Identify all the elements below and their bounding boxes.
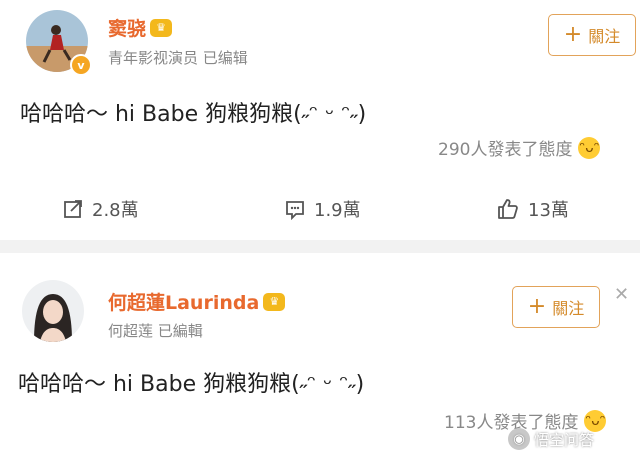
comment-icon	[286, 201, 304, 220]
share-button[interactable]: 2.8萬	[62, 196, 139, 222]
close-icon[interactable]: ✕	[614, 284, 629, 305]
like-button[interactable]: 13萬	[496, 196, 569, 222]
plus-icon: +	[527, 294, 547, 319]
vip-crown-icon: ♛	[263, 292, 286, 311]
follow-button[interactable]: + 關注	[548, 14, 636, 56]
author-subtitle: 青年影视演员 已编辑	[108, 49, 248, 67]
watermark: ◉ 悟空问答	[508, 428, 594, 450]
post-text: 哈哈哈～ hi Babe 狗粮狗粮(˶ᵔ ᵕ ᵔ˶)	[20, 102, 367, 127]
reactions-summary[interactable]: 290人發表了態度 ᵔᴗᵔ	[438, 135, 601, 160]
post-card-1: v 窦骁 ♛ 青年影视演员 已编辑 + 關注 哈哈哈～ hi Babe 狗粮狗粮…	[0, 0, 640, 240]
plus-icon: +	[563, 22, 583, 47]
author-subtitle: 何超莲 已編輯	[108, 322, 203, 340]
card-separator	[0, 240, 640, 253]
wukong-logo-icon: ◉	[508, 428, 530, 450]
thumbs-up-icon	[498, 199, 518, 219]
avatar[interactable]	[22, 280, 84, 342]
verified-badge-icon: v	[70, 54, 92, 76]
author-name[interactable]: 窦骁 ♛	[108, 14, 173, 41]
laughing-emoji-icon: ᵔᴗᵔ	[578, 136, 601, 159]
share-icon	[64, 200, 82, 218]
post-text: 哈哈哈～ hi Babe 狗粮狗粮(˶ᵔ ᵕ ᵔ˶)	[18, 372, 365, 397]
author-name[interactable]: 何超蓮Laurinda ♛	[108, 288, 286, 315]
follow-button[interactable]: + 關注	[512, 286, 600, 328]
comment-button[interactable]: 1.9萬	[284, 196, 361, 222]
vip-crown-icon: ♛	[150, 18, 173, 37]
